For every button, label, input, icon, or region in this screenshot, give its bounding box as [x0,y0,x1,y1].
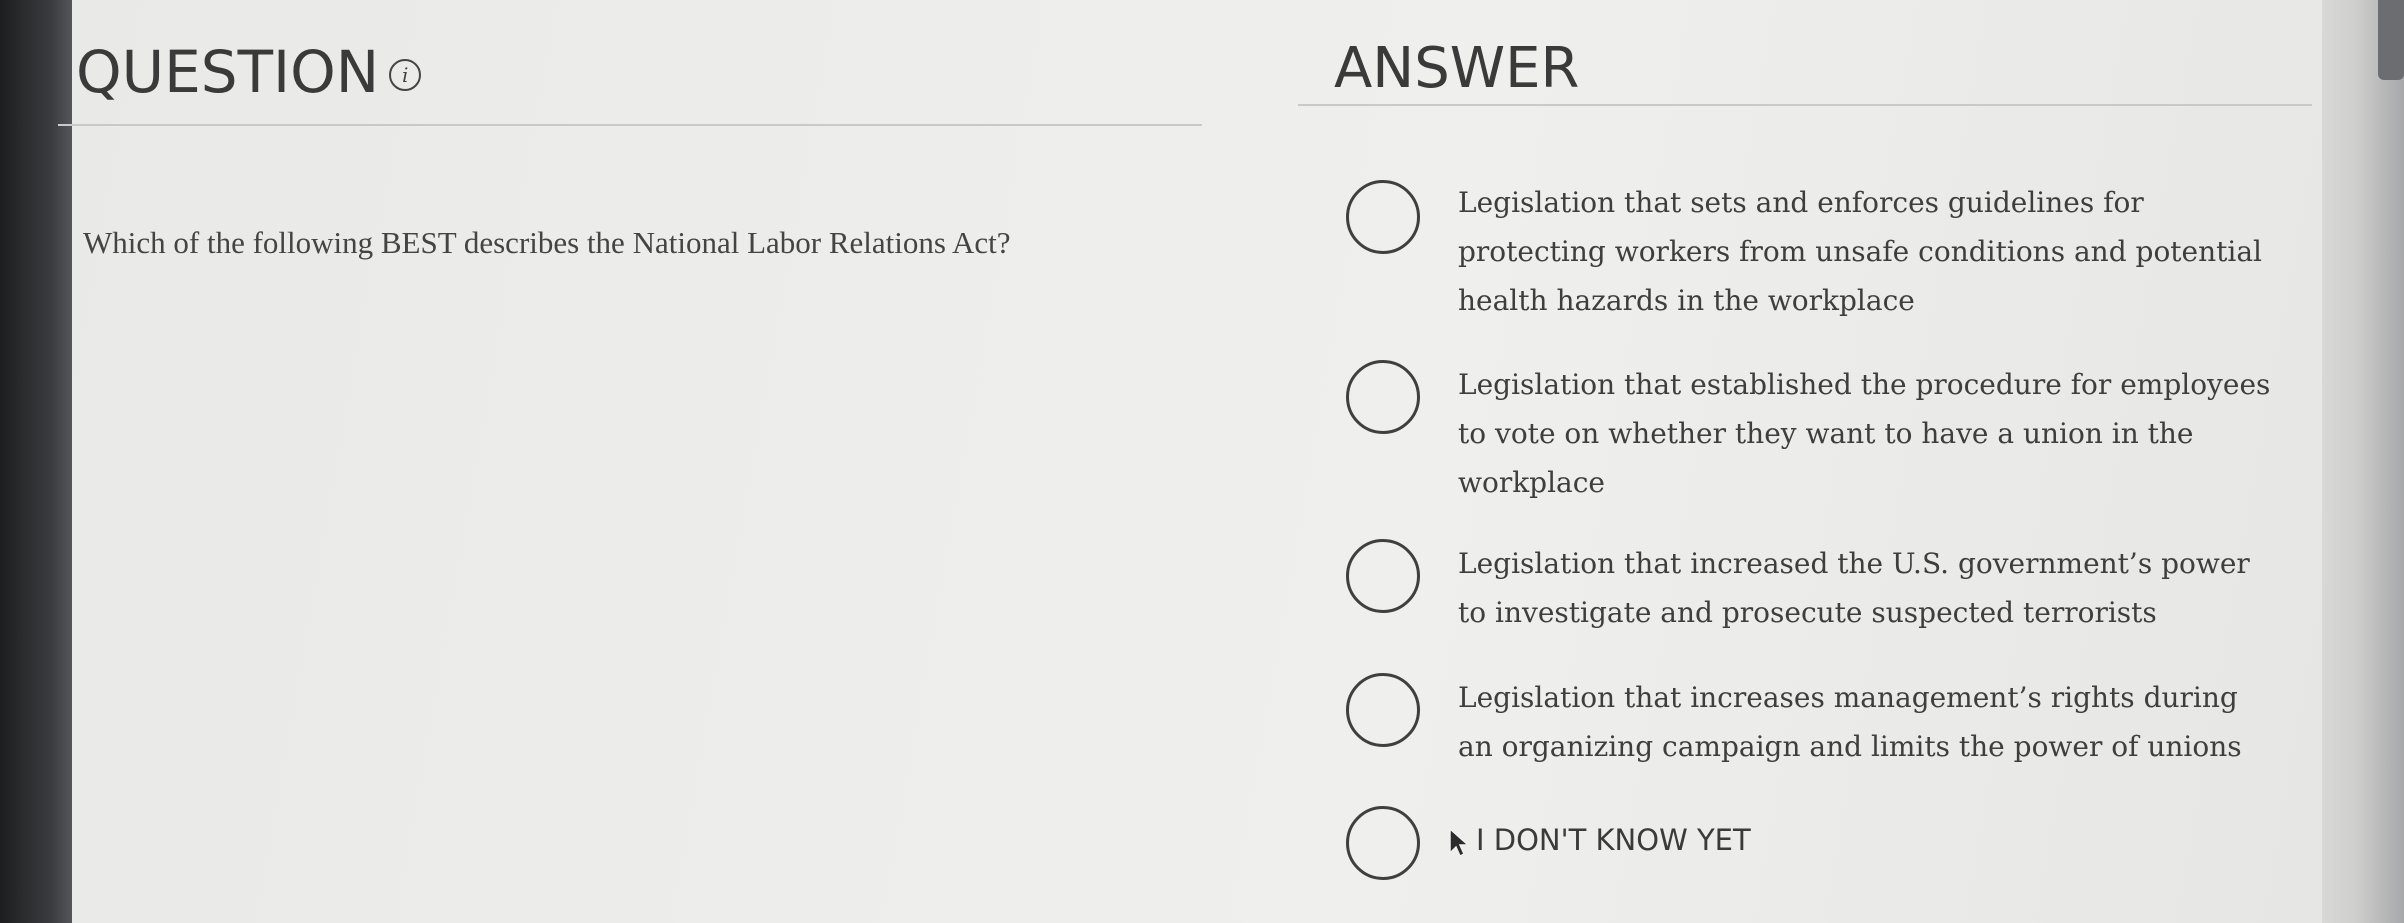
screen-bezel-left [0,0,72,923]
question-text: Which of the following BEST describes th… [83,225,1011,260]
question-divider [58,124,1202,126]
answer-option-label: I DON'T KNOW YET [1448,816,2268,865]
answer-option-label: Legislation that established the procedu… [1458,368,2271,499]
radio-button[interactable] [1346,180,1420,254]
page-edge-right [2322,0,2404,923]
answer-option-label: Legislation that sets and enforces guide… [1458,186,2263,317]
radio-button[interactable] [1346,673,1420,747]
answer-heading: ANSWER [1334,36,1580,101]
answer-option-label: Legislation that increased the U.S. gove… [1458,547,2250,629]
scrollbar-thumb[interactable] [2378,0,2404,80]
answer-option-1[interactable]: Legislation that sets and enforces guide… [1346,178,2286,338]
answer-option-2[interactable]: Legislation that established the procedu… [1346,360,2286,520]
info-circle-icon[interactable]: i [389,59,422,91]
mouse-cursor-icon [1449,827,1470,857]
radio-button[interactable] [1346,360,1420,434]
answer-option-dont-know[interactable]: I DON'T KNOW YET [1346,806,2286,896]
radio-button[interactable] [1346,539,1420,613]
answer-option-label: Legislation that increases management’s … [1458,681,2242,763]
question-heading: QUESTION i [76,38,422,106]
dont-know-label: I DON'T KNOW YET [1476,823,1751,857]
answer-divider [1298,104,2312,106]
radio-button[interactable] [1346,806,1420,880]
question-heading-label: QUESTION [76,38,380,106]
